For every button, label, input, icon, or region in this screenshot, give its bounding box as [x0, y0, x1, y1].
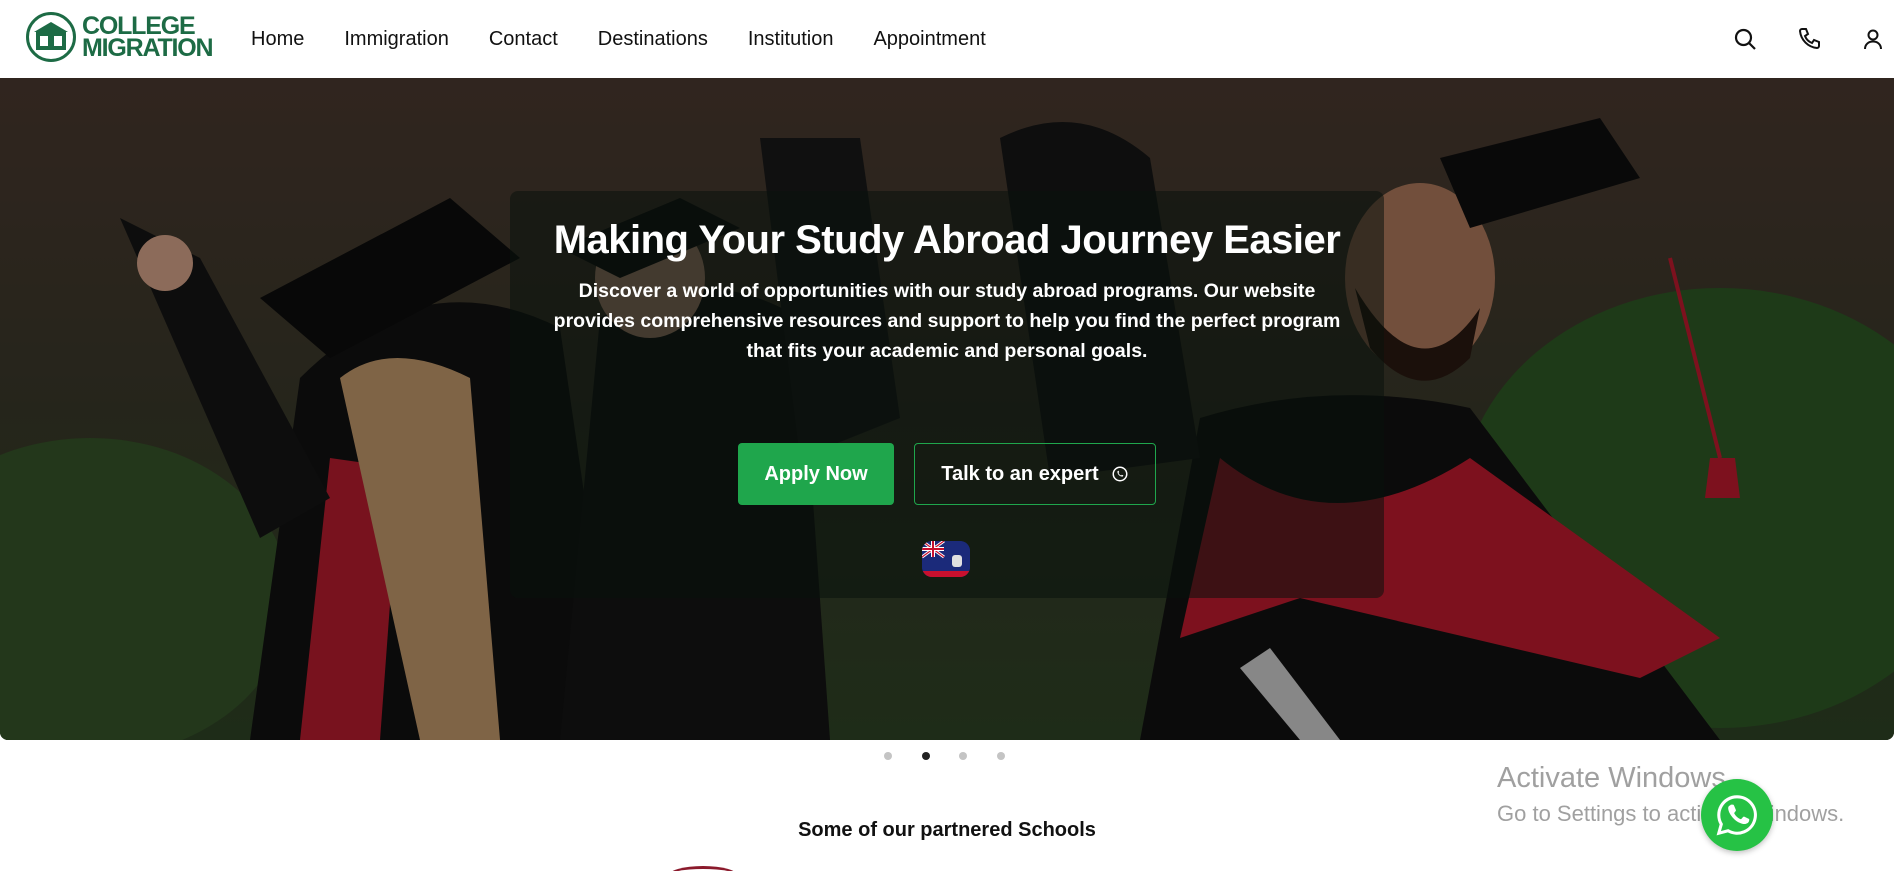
- logo-emblem-icon: [26, 12, 76, 62]
- apply-now-label: Apply Now: [764, 462, 868, 485]
- user-icon[interactable]: [1858, 24, 1888, 54]
- country-flag-icon[interactable]: [922, 541, 970, 577]
- nav-immigration[interactable]: Immigration: [344, 28, 448, 51]
- partner-logo: [668, 866, 738, 871]
- carousel-dot-3[interactable]: [959, 752, 967, 760]
- whatsapp-icon: [1716, 795, 1757, 836]
- logo-text: COLLEGE MIGRATION: [82, 14, 214, 62]
- whatsapp-icon: [1111, 465, 1129, 483]
- carousel-dot-2[interactable]: [921, 752, 930, 760]
- windows-activation-watermark: Activate Windows Go to Settings to activ…: [1497, 762, 1844, 827]
- nav-destinations[interactable]: Destinations: [598, 28, 708, 51]
- site-header: COLLEGE MIGRATION Home Immigration Conta…: [0, 0, 1894, 78]
- carousel-dot-1[interactable]: [884, 752, 892, 760]
- search-icon[interactable]: [1730, 24, 1760, 54]
- nav-appointment[interactable]: Appointment: [873, 28, 985, 51]
- carousel-dot-4[interactable]: [996, 752, 1005, 760]
- watermark-line-1: Activate Windows: [1497, 762, 1726, 794]
- nav-home[interactable]: Home: [251, 28, 304, 51]
- main-nav: Home Immigration Contact Destinations In…: [251, 0, 1026, 78]
- logo-line-2: MIGRATION: [82, 34, 214, 62]
- phone-icon[interactable]: [1794, 24, 1824, 54]
- logo[interactable]: COLLEGE MIGRATION: [26, 12, 214, 62]
- apply-now-button[interactable]: Apply Now: [738, 443, 894, 505]
- hero-title: Making Your Study Abroad Journey Easier: [553, 218, 1341, 262]
- talk-to-expert-label: Talk to an expert: [941, 462, 1099, 485]
- whatsapp-chat-button[interactable]: [1701, 779, 1773, 851]
- carousel-indicators: [884, 752, 1034, 760]
- hero-description: Discover a world of opportunities with o…: [553, 280, 1341, 362]
- nav-contact[interactable]: Contact: [489, 28, 558, 51]
- talk-to-expert-button[interactable]: Talk to an expert: [914, 443, 1156, 505]
- watermark-line-2: Go to Settings to activate Windows.: [1497, 801, 1845, 826]
- nav-institution[interactable]: Institution: [748, 28, 834, 51]
